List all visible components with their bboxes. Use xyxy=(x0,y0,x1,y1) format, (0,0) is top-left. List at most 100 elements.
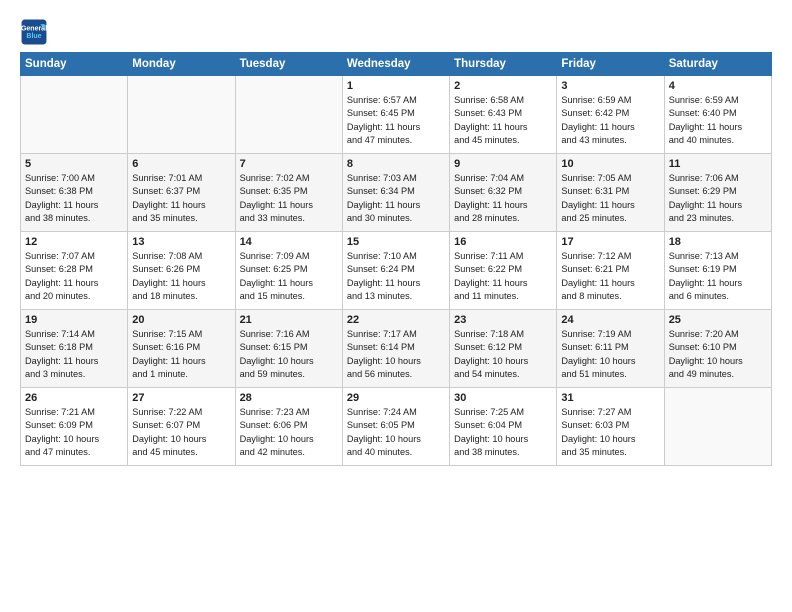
logo-icon: General Blue xyxy=(20,18,48,46)
day-number: 31 xyxy=(561,392,659,404)
day-info: Sunrise: 7:16 AMSunset: 6:15 PMDaylight:… xyxy=(240,328,338,381)
day-info: Sunrise: 7:21 AMSunset: 6:09 PMDaylight:… xyxy=(25,406,123,459)
day-of-week-header: Tuesday xyxy=(235,53,342,76)
day-number: 9 xyxy=(454,158,552,170)
day-number: 22 xyxy=(347,314,445,326)
header: General Blue xyxy=(20,18,772,46)
day-info: Sunrise: 7:06 AMSunset: 6:29 PMDaylight:… xyxy=(669,172,767,225)
day-of-week-header: Saturday xyxy=(664,53,771,76)
day-info: Sunrise: 7:18 AMSunset: 6:12 PMDaylight:… xyxy=(454,328,552,381)
calendar-day-cell: 4 Sunrise: 6:59 AMSunset: 6:40 PMDaylight… xyxy=(664,76,771,154)
day-info: Sunrise: 7:05 AMSunset: 6:31 PMDaylight:… xyxy=(561,172,659,225)
calendar-day-cell: 23 Sunrise: 7:18 AMSunset: 6:12 PMDayligh… xyxy=(450,310,557,388)
day-info: Sunrise: 7:07 AMSunset: 6:28 PMDaylight:… xyxy=(25,250,123,303)
day-info: Sunrise: 7:23 AMSunset: 6:06 PMDaylight:… xyxy=(240,406,338,459)
day-number: 17 xyxy=(561,236,659,248)
calendar-day-cell: 16Sunrise: 7:11 AMSunset: 6:22 PMDayligh… xyxy=(450,232,557,310)
day-number: 24 xyxy=(561,314,659,326)
calendar-week-row: 1 Sunrise: 6:57 AMSunset: 6:45 PMDaylight… xyxy=(21,76,772,154)
day-info: Sunrise: 6:59 AMSunset: 6:40 PMDaylight:… xyxy=(669,94,767,147)
calendar-day-cell: 13 Sunrise: 7:08 AMSunset: 6:26 PMDayligh… xyxy=(128,232,235,310)
day-number: 10 xyxy=(561,158,659,170)
day-info: Sunrise: 7:08 AMSunset: 6:26 PMDaylight:… xyxy=(132,250,230,303)
day-info: Sunrise: 7:04 AMSunset: 6:32 PMDaylight:… xyxy=(454,172,552,225)
calendar-day-cell: 8Sunrise: 7:03 AMSunset: 6:34 PMDaylight… xyxy=(342,154,449,232)
calendar-day-cell: 24 Sunrise: 7:19 AMSunset: 6:11 PMDayligh… xyxy=(557,310,664,388)
calendar-day-cell xyxy=(21,76,128,154)
day-number: 16 xyxy=(454,236,552,248)
day-info: Sunrise: 7:22 AMSunset: 6:07 PMDaylight:… xyxy=(132,406,230,459)
calendar-week-row: 19Sunrise: 7:14 AMSunset: 6:18 PMDayligh… xyxy=(21,310,772,388)
day-of-week-header: Sunday xyxy=(21,53,128,76)
day-number: 30 xyxy=(454,392,552,404)
day-number: 28 xyxy=(240,392,338,404)
calendar-day-cell: 25 Sunrise: 7:20 AMSunset: 6:10 PMDayligh… xyxy=(664,310,771,388)
day-number: 11 xyxy=(669,158,767,170)
day-info: Sunrise: 7:15 AMSunset: 6:16 PMDaylight:… xyxy=(132,328,230,381)
calendar-day-cell: 14 Sunrise: 7:09 AMSunset: 6:25 PMDayligh… xyxy=(235,232,342,310)
day-info: Sunrise: 7:25 AMSunset: 6:04 PMDaylight:… xyxy=(454,406,552,459)
day-info: Sunrise: 7:17 AMSunset: 6:14 PMDaylight:… xyxy=(347,328,445,381)
day-number: 27 xyxy=(132,392,230,404)
day-number: 2 xyxy=(454,80,552,92)
day-number: 19 xyxy=(25,314,123,326)
day-info: Sunrise: 6:58 AMSunset: 6:43 PMDaylight:… xyxy=(454,94,552,147)
calendar-day-cell: 26 Sunrise: 7:21 AMSunset: 6:09 PMDayligh… xyxy=(21,388,128,466)
day-info: Sunrise: 7:03 AMSunset: 6:34 PMDaylight:… xyxy=(347,172,445,225)
calendar-day-cell: 27 Sunrise: 7:22 AMSunset: 6:07 PMDayligh… xyxy=(128,388,235,466)
day-info: Sunrise: 7:10 AMSunset: 6:24 PMDaylight:… xyxy=(347,250,445,303)
day-number: 23 xyxy=(454,314,552,326)
calendar-week-row: 12 Sunrise: 7:07 AMSunset: 6:28 PMDayligh… xyxy=(21,232,772,310)
calendar-day-cell: 18Sunrise: 7:13 AMSunset: 6:19 PMDayligh… xyxy=(664,232,771,310)
day-info: Sunrise: 7:19 AMSunset: 6:11 PMDaylight:… xyxy=(561,328,659,381)
day-number: 4 xyxy=(669,80,767,92)
day-info: Sunrise: 7:27 AMSunset: 6:03 PMDaylight:… xyxy=(561,406,659,459)
day-info: Sunrise: 7:09 AMSunset: 6:25 PMDaylight:… xyxy=(240,250,338,303)
calendar-container: General Blue SundayMondayTuesdayWednesda… xyxy=(0,0,792,476)
calendar-body: 1 Sunrise: 6:57 AMSunset: 6:45 PMDaylight… xyxy=(21,76,772,466)
calendar-day-cell: 11 Sunrise: 7:06 AMSunset: 6:29 PMDayligh… xyxy=(664,154,771,232)
calendar-day-cell xyxy=(128,76,235,154)
day-number: 21 xyxy=(240,314,338,326)
day-info: Sunrise: 7:01 AMSunset: 6:37 PMDaylight:… xyxy=(132,172,230,225)
calendar-day-cell: 12 Sunrise: 7:07 AMSunset: 6:28 PMDayligh… xyxy=(21,232,128,310)
day-of-week-header: Wednesday xyxy=(342,53,449,76)
calendar-day-cell: 30 Sunrise: 7:25 AMSunset: 6:04 PMDayligh… xyxy=(450,388,557,466)
calendar-day-cell: 3 Sunrise: 6:59 AMSunset: 6:42 PMDaylight… xyxy=(557,76,664,154)
day-number: 3 xyxy=(561,80,659,92)
calendar-day-cell: 17Sunrise: 7:12 AMSunset: 6:21 PMDayligh… xyxy=(557,232,664,310)
day-number: 1 xyxy=(347,80,445,92)
day-info: Sunrise: 7:20 AMSunset: 6:10 PMDaylight:… xyxy=(669,328,767,381)
calendar-day-cell: 7Sunrise: 7:02 AMSunset: 6:35 PMDaylight… xyxy=(235,154,342,232)
calendar-day-cell: 6 Sunrise: 7:01 AMSunset: 6:37 PMDaylight… xyxy=(128,154,235,232)
day-info: Sunrise: 7:00 AMSunset: 6:38 PMDaylight:… xyxy=(25,172,123,225)
calendar-day-cell: 28 Sunrise: 7:23 AMSunset: 6:06 PMDayligh… xyxy=(235,388,342,466)
day-number: 26 xyxy=(25,392,123,404)
calendar-day-cell xyxy=(664,388,771,466)
day-number: 13 xyxy=(132,236,230,248)
day-of-week-header: Friday xyxy=(557,53,664,76)
day-info: Sunrise: 6:59 AMSunset: 6:42 PMDaylight:… xyxy=(561,94,659,147)
day-number: 15 xyxy=(347,236,445,248)
calendar-day-cell: 20Sunrise: 7:15 AMSunset: 6:16 PMDayligh… xyxy=(128,310,235,388)
calendar-day-cell: 22 Sunrise: 7:17 AMSunset: 6:14 PMDayligh… xyxy=(342,310,449,388)
calendar-day-cell: 31 Sunrise: 7:27 AMSunset: 6:03 PMDayligh… xyxy=(557,388,664,466)
day-number: 6 xyxy=(132,158,230,170)
calendar-week-row: 26 Sunrise: 7:21 AMSunset: 6:09 PMDayligh… xyxy=(21,388,772,466)
day-number: 25 xyxy=(669,314,767,326)
day-info: Sunrise: 7:02 AMSunset: 6:35 PMDaylight:… xyxy=(240,172,338,225)
day-number: 12 xyxy=(25,236,123,248)
calendar-day-cell: 15 Sunrise: 7:10 AMSunset: 6:24 PMDayligh… xyxy=(342,232,449,310)
day-info: Sunrise: 7:13 AMSunset: 6:19 PMDaylight:… xyxy=(669,250,767,303)
calendar-table: SundayMondayTuesdayWednesdayThursdayFrid… xyxy=(20,52,772,466)
days-of-week-row: SundayMondayTuesdayWednesdayThursdayFrid… xyxy=(21,53,772,76)
day-number: 5 xyxy=(25,158,123,170)
calendar-day-cell: 29Sunrise: 7:24 AMSunset: 6:05 PMDayligh… xyxy=(342,388,449,466)
calendar-day-cell: 5 Sunrise: 7:00 AMSunset: 6:38 PMDaylight… xyxy=(21,154,128,232)
calendar-day-cell: 21 Sunrise: 7:16 AMSunset: 6:15 PMDayligh… xyxy=(235,310,342,388)
day-info: Sunrise: 6:57 AMSunset: 6:45 PMDaylight:… xyxy=(347,94,445,147)
logo: General Blue xyxy=(20,18,52,46)
calendar-day-cell: 1 Sunrise: 6:57 AMSunset: 6:45 PMDaylight… xyxy=(342,76,449,154)
day-number: 14 xyxy=(240,236,338,248)
day-of-week-header: Monday xyxy=(128,53,235,76)
